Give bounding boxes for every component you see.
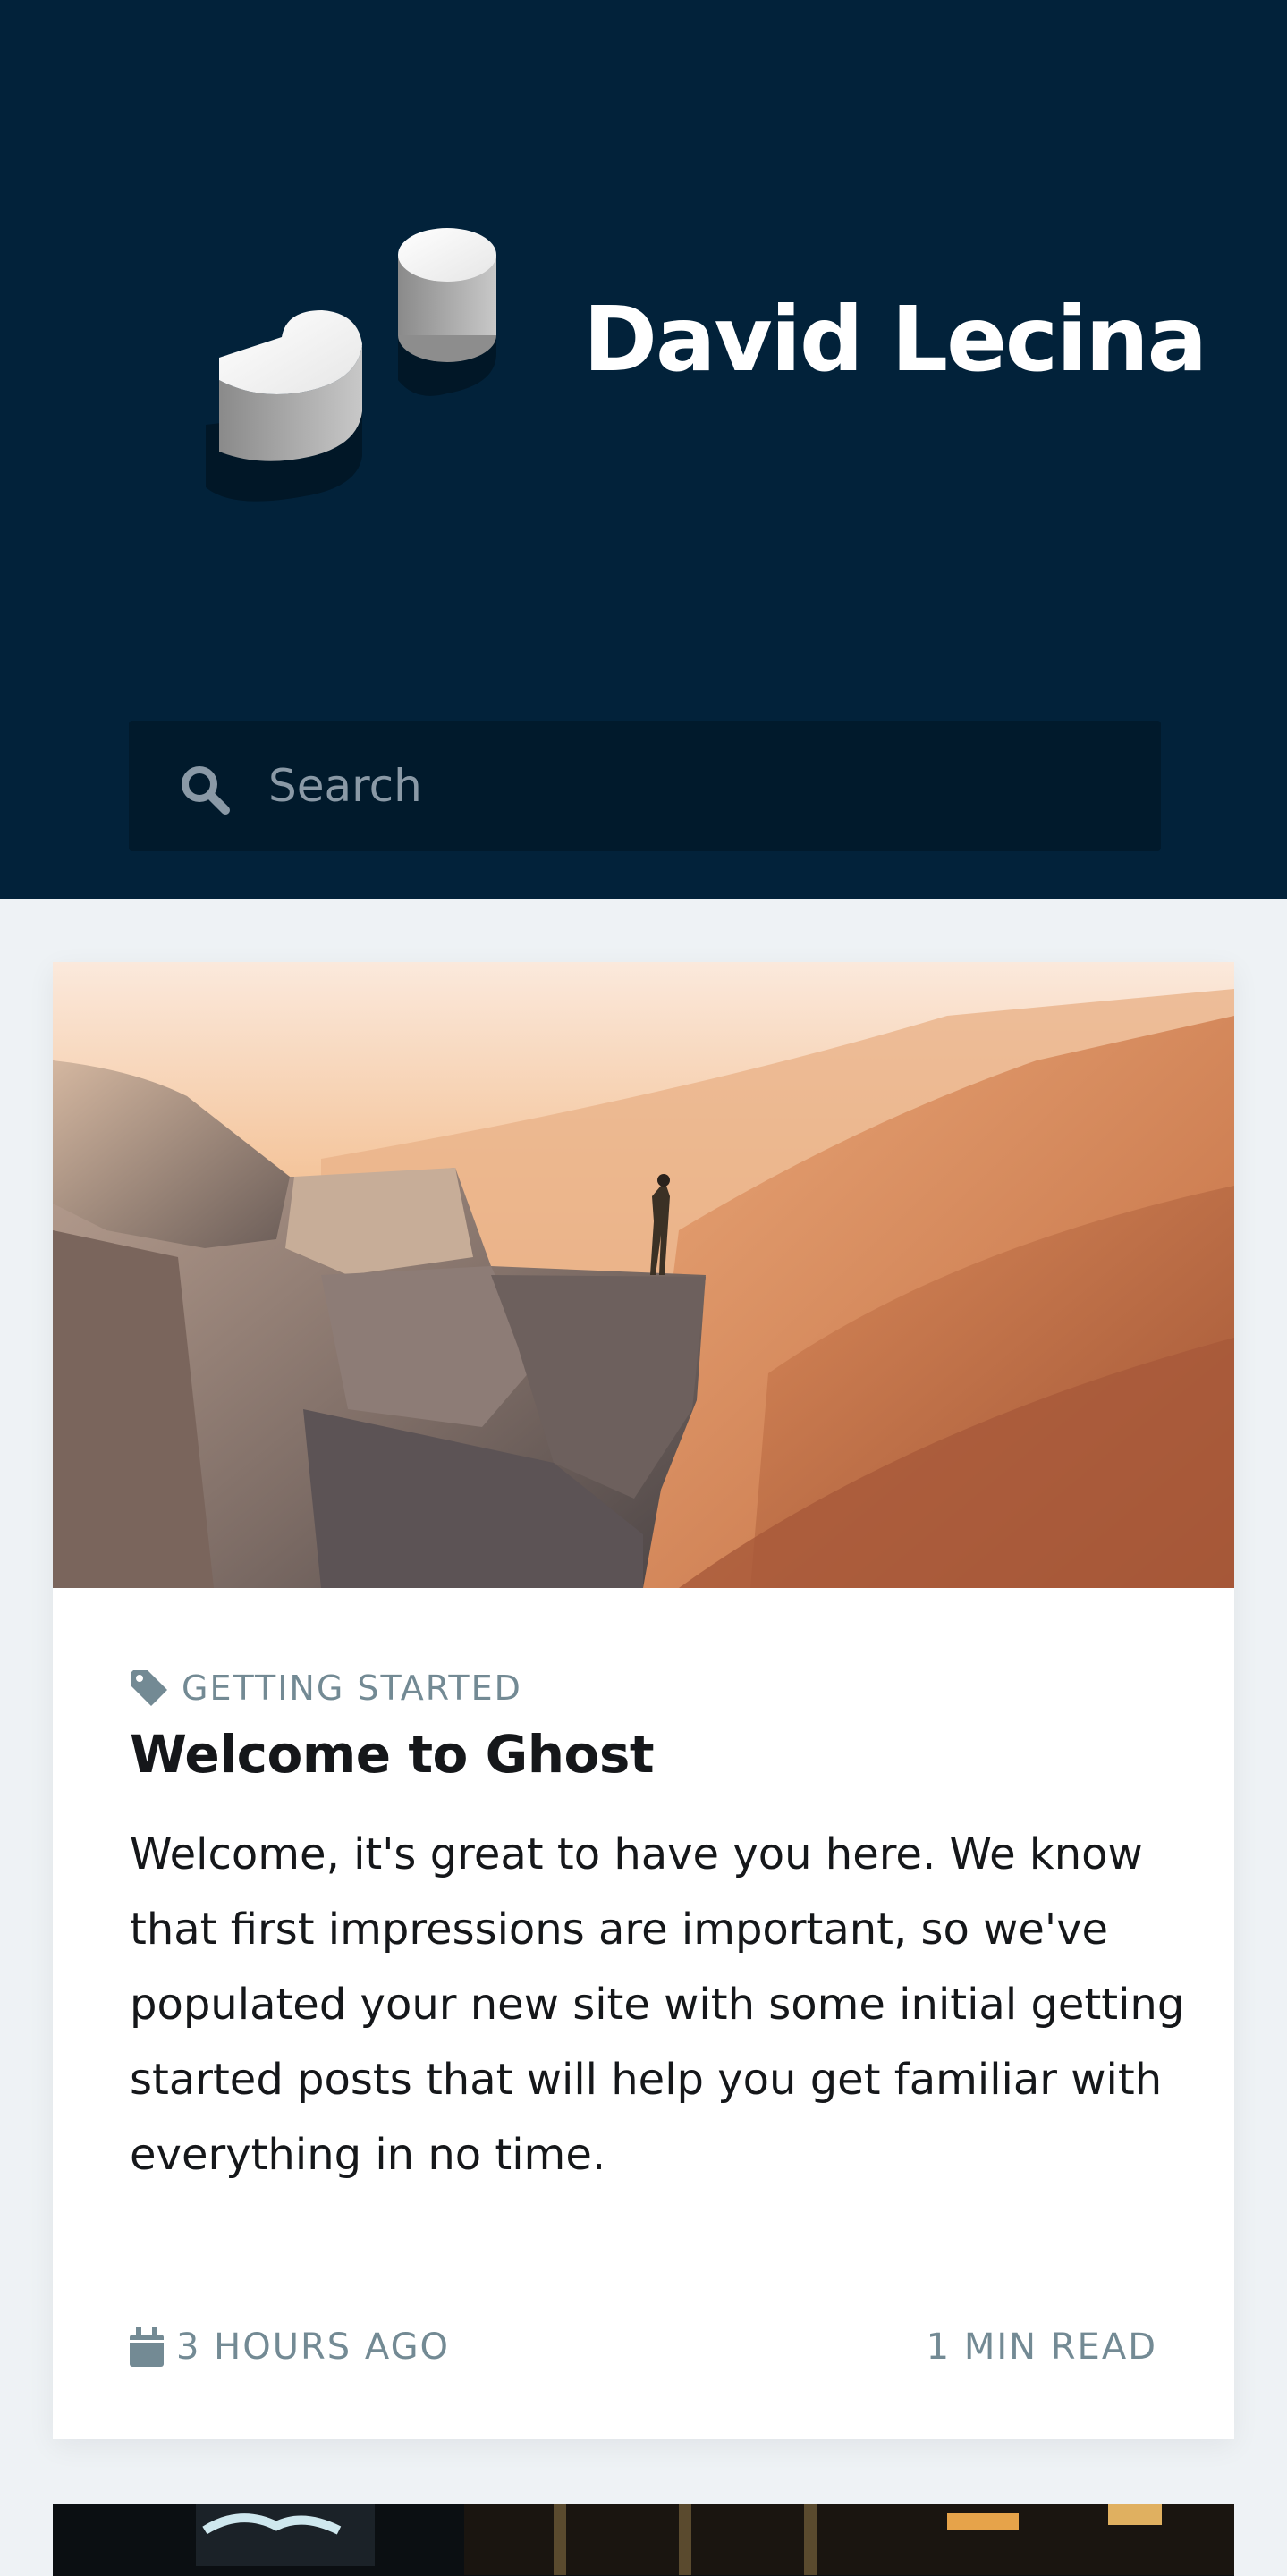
search-icon xyxy=(182,766,230,815)
post-date-label: 3 HOURS AGO xyxy=(176,2327,451,2368)
post-feature-image[interactable] xyxy=(53,962,1234,1588)
site-logo[interactable] xyxy=(206,228,514,523)
post-excerpt[interactable]: Welcome, it's great to have you here. We… xyxy=(130,1817,1185,2192)
site-title[interactable]: David Lecina xyxy=(583,295,1207,384)
search-bar[interactable] xyxy=(129,721,1161,851)
post-reading-time: 1 MIN READ xyxy=(926,2327,1157,2368)
post-title[interactable]: Welcome to Ghost xyxy=(130,1724,655,1785)
calendar-icon xyxy=(130,2327,164,2367)
post-card[interactable]: GETTING STARTED Welcome to Ghost Welcome… xyxy=(53,962,1234,2439)
search-input[interactable] xyxy=(268,747,1127,824)
site-header: David Lecina xyxy=(0,0,1287,899)
post-feature-image-next[interactable] xyxy=(53,2504,1234,2576)
tag-icon xyxy=(131,1670,167,1706)
post-date: 3 HOURS AGO xyxy=(130,2327,450,2368)
post-tag-label: GETTING STARTED xyxy=(182,1668,522,1708)
post-card-next[interactable] xyxy=(53,2504,1234,2576)
post-tag[interactable]: GETTING STARTED xyxy=(130,1668,522,1708)
